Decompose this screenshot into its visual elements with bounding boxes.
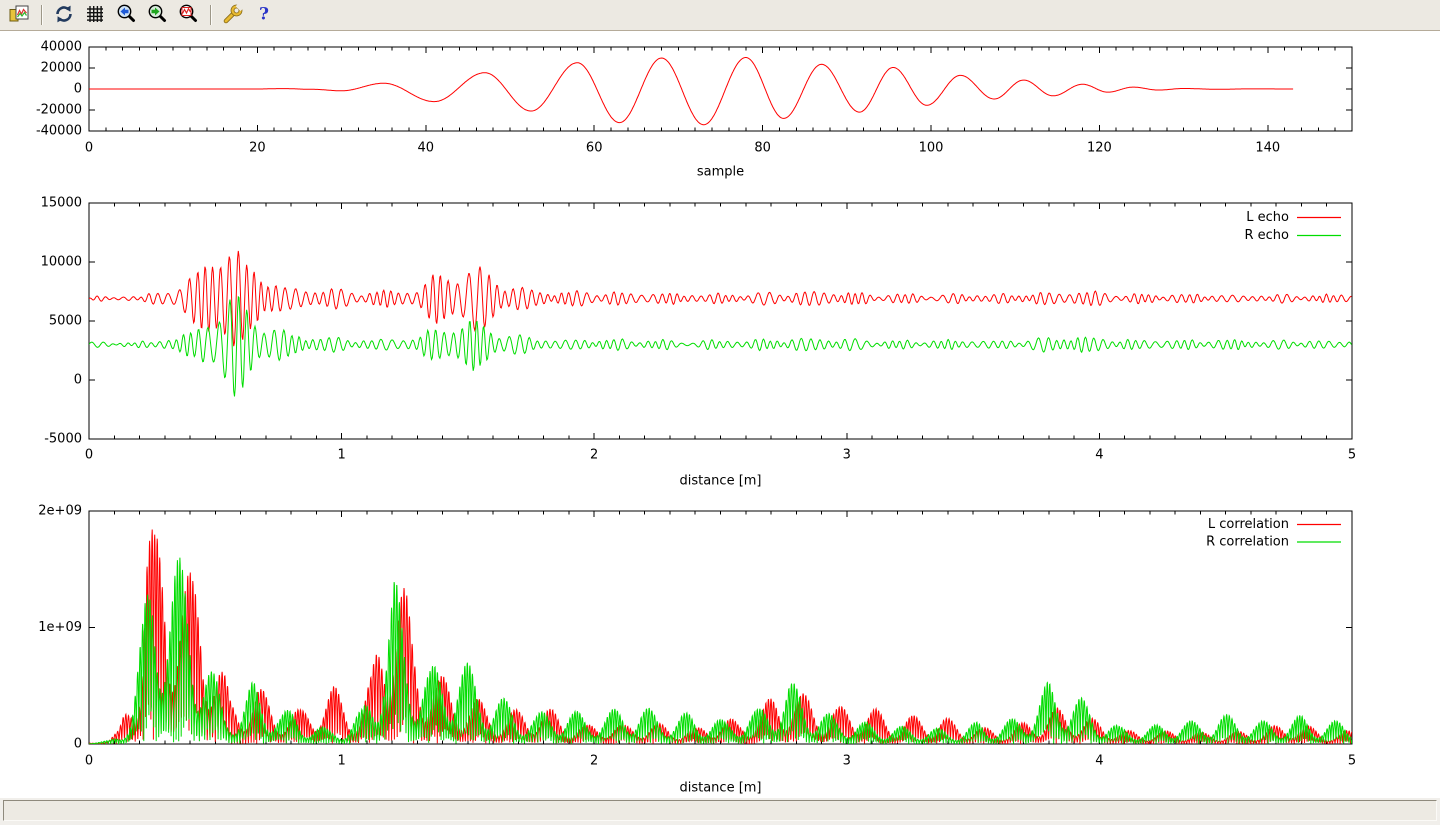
svg-text:40000: 40000 (41, 40, 82, 55)
help-icon: ? (253, 3, 275, 28)
svg-text:distance [m]: distance [m] (679, 781, 761, 796)
legend: L correlation R correlation (1206, 517, 1341, 550)
series-r-correlation (89, 558, 1352, 744)
zoom-next-button[interactable] (144, 2, 170, 28)
svg-text:L echo: L echo (1246, 210, 1289, 225)
svg-text:L correlation: L correlation (1208, 517, 1289, 532)
grid-toggle-button[interactable] (82, 2, 108, 28)
svg-text:1: 1 (337, 448, 345, 463)
sample-waveform-chart[interactable]: 0 20 40 60 80 100 120 140 -40000 -20000 0 20000 4000… (0, 31, 1440, 191)
series-l-echo (89, 251, 1352, 346)
svg-text:R echo: R echo (1244, 228, 1289, 243)
svg-text:10000: 10000 (41, 255, 82, 270)
svg-text:0: 0 (85, 754, 93, 769)
svg-text:140: 140 (1255, 141, 1280, 156)
svg-text:3: 3 (843, 754, 851, 769)
zoom-fit-button[interactable] (175, 2, 201, 28)
zoom-previous-button[interactable] (113, 2, 139, 28)
correlation-chart[interactable]: 0 1 2 3 4 5 0 1e+09 2e+09 distance [m] L correlati… (0, 500, 1440, 798)
help-button[interactable]: ? (251, 2, 277, 28)
svg-text:0: 0 (74, 373, 82, 388)
status-bar (0, 798, 1440, 825)
svg-text:sample: sample (697, 165, 744, 180)
x-axis-title: sample (697, 165, 744, 180)
svg-text:4: 4 (1095, 448, 1103, 463)
svg-text:1e+09: 1e+09 (38, 620, 82, 635)
svg-text:0: 0 (85, 141, 93, 156)
svg-text:2: 2 (590, 448, 598, 463)
wrench-icon (222, 3, 244, 28)
svg-text:20: 20 (249, 141, 266, 156)
grid-icon (84, 3, 106, 28)
svg-text:-5000: -5000 (44, 432, 82, 447)
plot-frame (89, 203, 1352, 439)
status-text (3, 800, 1437, 821)
config-button[interactable] (220, 2, 246, 28)
svg-text:80: 80 (754, 141, 771, 156)
svg-text:5000: 5000 (49, 314, 82, 329)
series-signal (89, 58, 1293, 125)
replot-icon (53, 3, 75, 28)
svg-text:60: 60 (586, 141, 603, 156)
svg-text:5: 5 (1348, 448, 1356, 463)
svg-text:20000: 20000 (41, 61, 82, 76)
toolbar-separator (41, 5, 42, 25)
svg-text:0: 0 (74, 737, 82, 752)
svg-text:5: 5 (1348, 754, 1356, 769)
series-r-echo (89, 297, 1352, 397)
zoom-next-icon (146, 3, 168, 28)
svg-text:40: 40 (418, 141, 435, 156)
replot-button[interactable] (51, 2, 77, 28)
tick-labels: 0 20 40 60 80 100 120 140 -40000 -20000 0 20000 4000… (36, 40, 1280, 156)
zoom-fit-icon (177, 3, 199, 28)
toolbar-separator (210, 5, 211, 25)
svg-text:100: 100 (919, 141, 944, 156)
svg-text:0: 0 (74, 82, 82, 97)
echo-chart[interactable]: 012345-5000050001000015000distance [m]L … (0, 191, 1440, 500)
x-axis-title: distance [m] (679, 781, 761, 796)
svg-text:distance [m]: distance [m] (679, 474, 761, 489)
tick-labels: 0 1 2 3 4 5 0 1e+09 2e+09 (38, 504, 1356, 769)
tick-labels: 012345-5000050001000015000 (41, 196, 1357, 463)
svg-text:R correlation: R correlation (1206, 535, 1289, 550)
plot-canvas: 020406080100120140-40000-200000200004000… (0, 31, 1440, 798)
svg-text:?: ? (259, 4, 269, 24)
svg-text:15000: 15000 (41, 196, 82, 211)
svg-text:0: 0 (85, 448, 93, 463)
svg-text:2: 2 (590, 754, 598, 769)
export-plot-icon (8, 3, 30, 28)
plot-frame (89, 511, 1352, 744)
svg-text:2e+09: 2e+09 (38, 504, 82, 519)
toolbar: ? (0, 0, 1440, 31)
series-l-correlation (89, 530, 1352, 745)
svg-text:3: 3 (843, 448, 851, 463)
svg-text:120: 120 (1087, 141, 1112, 156)
svg-text:-40000: -40000 (36, 124, 82, 139)
svg-text:4: 4 (1095, 754, 1103, 769)
svg-text:1: 1 (337, 754, 345, 769)
svg-text:-20000: -20000 (36, 103, 82, 118)
x-axis-title: distance [m] (679, 474, 761, 489)
export-plot-button[interactable] (6, 2, 32, 28)
legend: L echo R echo (1244, 210, 1341, 243)
zoom-previous-icon (115, 3, 137, 28)
